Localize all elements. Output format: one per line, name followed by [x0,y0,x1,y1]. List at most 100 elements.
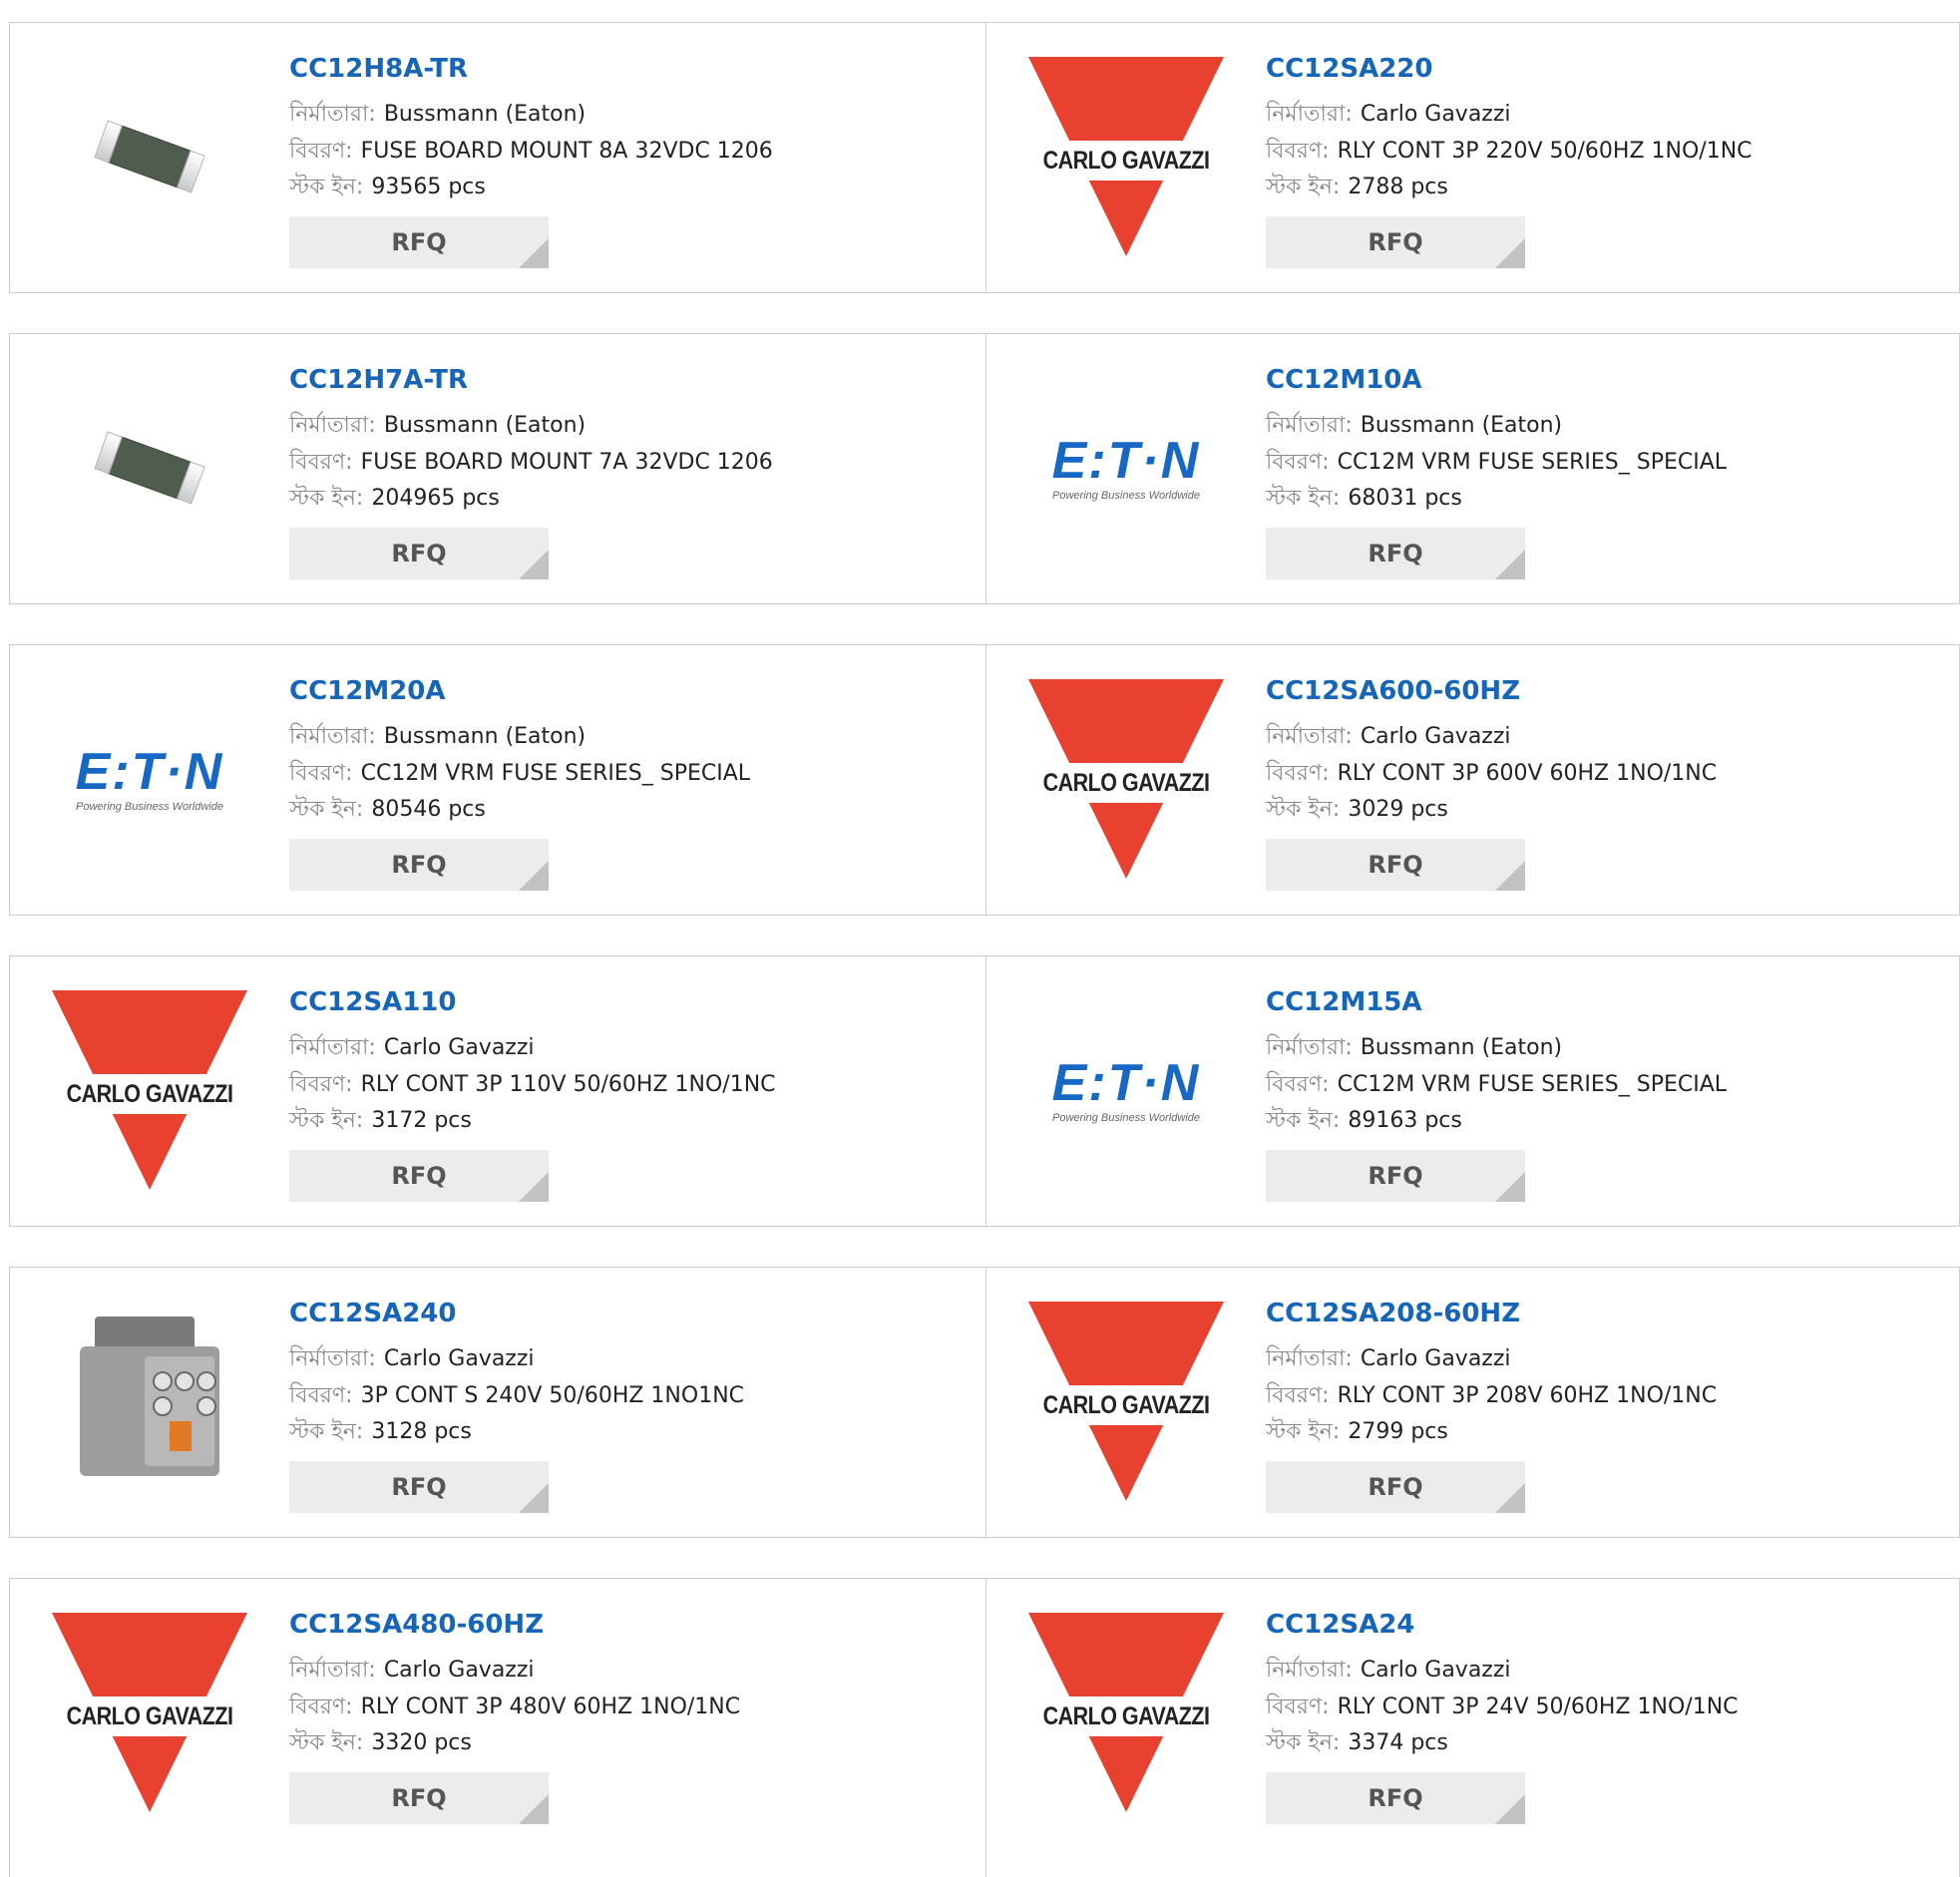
part-number-link[interactable]: CC12M15A [1266,986,1944,1018]
description-row: বিবরণ: RLY CONT 3P 208V 60HZ 1NO/1NC [1266,1378,1944,1415]
stock-label: স্টক ইন: [289,1108,364,1133]
description-label: বিবরণ: [1266,1071,1330,1097]
part-number-link[interactable]: CC12SA480-60HZ [289,1609,968,1641]
part-number-link[interactable]: CC12SA110 [289,986,968,1018]
product-grid: CC12H8A-TR নির্মাতারা: Bussmann (Eaton) বিব… [0,0,1960,1877]
stock-value: 68031 pcs [1348,486,1462,511]
part-number-link[interactable]: CC12SA208-60HZ [1266,1298,1944,1329]
product-info: CC12SA24 নির্মাতারা: Carlo Gavazzi বিবরণ: RL… [1266,1609,1944,1824]
stock-row: স্টক ইন: 204965 pcs [289,481,968,518]
description-value: FUSE BOARD MOUNT 7A 32VDC 1206 [360,449,773,475]
product-card: E:T·N Powering Business Worldwide CC12M15A… [985,956,1960,1226]
manufacturer-value: Carlo Gavazzi [383,1346,535,1371]
product-image[interactable]: E:T·N Powering Business Worldwide [50,679,249,879]
rfq-button[interactable]: RFQ [289,1149,549,1202]
smd-fuse-chip-image [94,120,205,193]
description-row: বিবরণ: FUSE BOARD MOUNT 7A 32VDC 1206 [289,445,968,482]
rfq-button[interactable]: RFQ [1266,1149,1525,1202]
product-card: CARLO GAVAZZI CC12SA110 নির্মাতারা: Carlo G… [10,956,985,1226]
product-image[interactable]: CARLO GAVAZZI [1026,679,1226,879]
product-card: CARLO GAVAZZI CC12SA600-60HZ নির্মাতারা: Ca… [985,645,1960,915]
manufacturer-label: নির্মাতারা: [289,724,376,749]
eaton-logo: E:T·N Powering Business Worldwide [1028,434,1224,502]
logo-text: CARLO GAVAZZI [1041,141,1211,181]
description-label: বিবরণ: [1266,138,1330,164]
manufacturer-value: Bussmann (Eaton) [1360,1035,1563,1060]
stock-row: স্টক ইন: 89163 pcs [1266,1103,1944,1140]
rfq-button[interactable]: RFQ [289,1771,549,1824]
product-card: CARLO GAVAZZI CC12SA208-60HZ নির্মাতারা: Ca… [985,1268,1960,1537]
description-value: FUSE BOARD MOUNT 8A 32VDC 1206 [360,138,773,164]
product-image[interactable] [50,1302,249,1501]
description-label: বিবরণ: [1266,1693,1330,1719]
stock-row: স্টক ইন: 2799 pcs [1266,1414,1944,1451]
part-number-link[interactable]: CC12M10A [1266,364,1944,396]
product-row: E:T·N Powering Business Worldwide CC12M20A… [9,644,1960,916]
manufacturer-row: নির্মাতারা: Carlo Gavazzi [289,1653,968,1689]
part-number-link[interactable]: CC12H8A-TR [289,53,968,85]
logo-tagline: Powering Business Worldwide [76,801,223,813]
carlo-gavazzi-logo: CARLO GAVAZZI [52,1613,247,1812]
product-card: CC12H8A-TR নির্মাতারা: Bussmann (Eaton) বিব… [10,23,985,292]
manufacturer-row: নির্মাতারা: Bussmann (Eaton) [289,408,968,445]
product-card: CC12H7A-TR নির্মাতারা: Bussmann (Eaton) বিব… [10,334,985,603]
rfq-button[interactable]: RFQ [289,215,549,268]
manufacturer-label: নির্মাতারা: [1266,724,1353,749]
product-image[interactable]: CARLO GAVAZZI [1026,1302,1226,1501]
manufacturer-value: Carlo Gavazzi [1360,102,1511,127]
part-number-link[interactable]: CC12SA240 [289,1298,968,1329]
product-image[interactable]: CARLO GAVAZZI [1026,57,1226,256]
product-image[interactable]: CARLO GAVAZZI [50,990,249,1190]
stock-value: 3029 pcs [1348,797,1448,822]
stock-row: স্টক ইন: 2788 pcs [1266,170,1944,206]
description-value: RLY CONT 3P 600V 60HZ 1NO/1NC [1337,760,1718,786]
product-image[interactable]: CARLO GAVAZZI [50,1613,249,1812]
product-info: CC12H8A-TR নির্মাতারা: Bussmann (Eaton) বিব… [289,53,968,268]
manufacturer-row: নির্মাতারা: Carlo Gavazzi [1266,1653,1944,1689]
rfq-button[interactable]: RFQ [1266,1771,1525,1824]
product-image[interactable] [50,368,249,567]
logo-text: CARLO GAVAZZI [1041,1696,1211,1736]
rfq-button[interactable]: RFQ [1266,527,1525,579]
rfq-button[interactable]: RFQ [1266,215,1525,268]
manufacturer-value: Carlo Gavazzi [1360,724,1511,749]
stock-label: স্টক ইন: [289,486,364,511]
part-number-link[interactable]: CC12M20A [289,675,968,707]
manufacturer-row: নির্মাতারা: Carlo Gavazzi [289,1341,968,1378]
manufacturer-label: নির্মাতারা: [289,102,376,127]
description-value: CC12M VRM FUSE SERIES_ SPECIAL [1337,1071,1728,1097]
stock-value: 3320 pcs [371,1730,472,1755]
logo-tagline: Powering Business Worldwide [1052,1112,1200,1124]
part-number-link[interactable]: CC12SA24 [1266,1609,1944,1641]
stock-row: স্টক ইন: 3029 pcs [1266,792,1944,829]
stock-row: স্টক ইন: 3172 pcs [289,1103,968,1140]
smd-fuse-chip-image [94,431,205,505]
product-card: E:T·N Powering Business Worldwide CC12M10A… [985,334,1960,603]
stock-row: স্টক ইন: 3128 pcs [289,1414,968,1451]
product-image[interactable]: E:T·N Powering Business Worldwide [1026,368,1226,567]
rfq-button[interactable]: RFQ [289,1460,549,1513]
rfq-button[interactable]: RFQ [1266,1460,1525,1513]
rfq-button[interactable]: RFQ [289,838,549,891]
manufacturer-row: নির্মাতারা: Carlo Gavazzi [289,1030,968,1067]
rfq-button[interactable]: RFQ [1266,838,1525,891]
product-image[interactable] [50,57,249,256]
product-row: CARLO GAVAZZI CC12SA480-60HZ নির্মাতারা: Ca… [9,1578,1960,1877]
product-image[interactable]: E:T·N Powering Business Worldwide [1026,990,1226,1190]
product-image[interactable]: CARLO GAVAZZI [1026,1613,1226,1812]
part-number-link[interactable]: CC12H7A-TR [289,364,968,396]
manufacturer-value: Carlo Gavazzi [383,1658,535,1683]
part-number-link[interactable]: CC12SA600-60HZ [1266,675,1944,707]
eaton-logo: E:T·N Powering Business Worldwide [52,745,247,813]
description-row: বিবরণ: RLY CONT 3P 110V 50/60HZ 1NO/1NC [289,1067,968,1104]
description-row: বিবরণ: CC12M VRM FUSE SERIES_ SPECIAL [1266,1067,1944,1104]
rfq-button[interactable]: RFQ [289,527,549,579]
description-label: বিবরণ: [289,138,353,164]
stock-value: 3172 pcs [371,1108,472,1133]
manufacturer-label: নির্মাতারা: [289,1346,376,1371]
part-number-link[interactable]: CC12SA220 [1266,53,1944,85]
manufacturer-value: Carlo Gavazzi [1360,1346,1511,1371]
stock-value: 204965 pcs [371,486,500,511]
product-row: CARLO GAVAZZI CC12SA110 নির্মাতারা: Carlo G… [9,955,1960,1227]
logo-text: CARLO GAVAZZI [65,1696,234,1736]
